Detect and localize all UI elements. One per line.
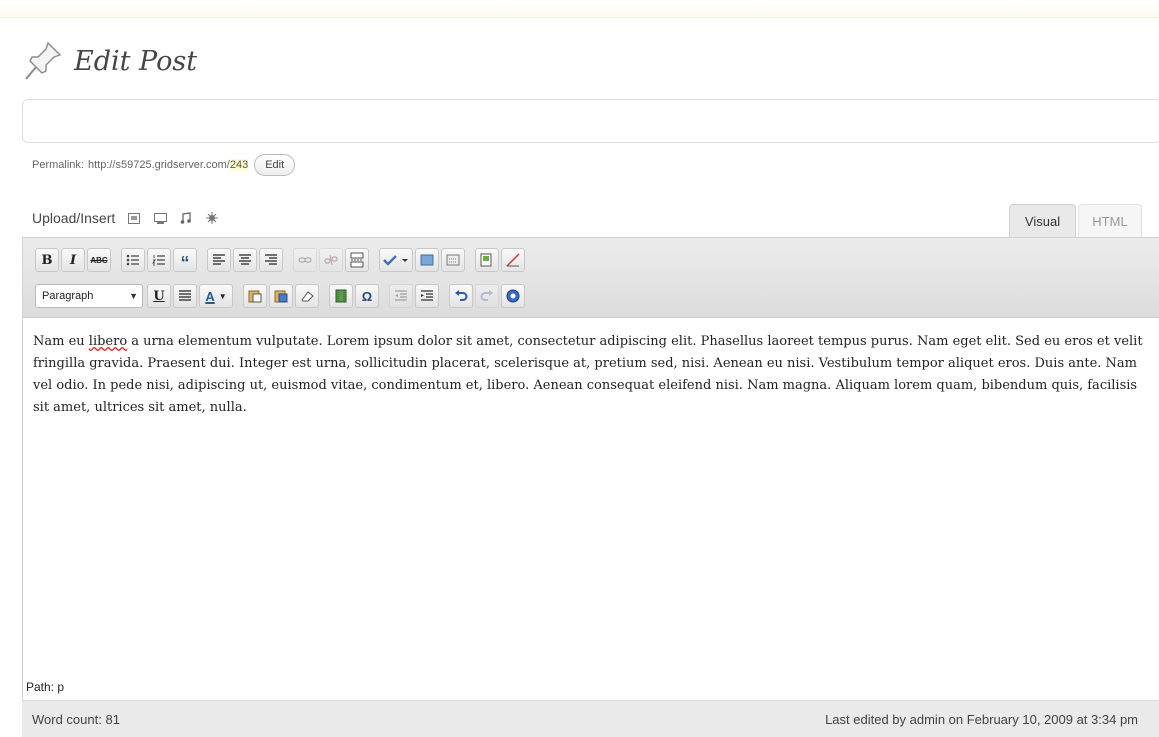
align-center-icon — [239, 254, 251, 265]
omega-icon: Ω — [361, 288, 373, 304]
help-icon — [506, 289, 520, 303]
redo-icon — [480, 290, 493, 301]
top-strip — [0, 0, 1159, 18]
strikethrough-icon: ABC — [90, 255, 108, 265]
eraser-icon — [301, 291, 314, 302]
insert-link-icon — [298, 257, 312, 263]
kitchen-sink-icon — [446, 254, 460, 266]
blockquote-button[interactable]: “ — [173, 248, 197, 272]
page-title: Edit Post — [74, 45, 198, 77]
justify-button[interactable] — [173, 284, 197, 308]
insert-gallery-icon — [480, 253, 492, 267]
blockquote-icon: “ — [180, 253, 190, 273]
permalink-label: Permalink: — [32, 159, 84, 171]
editor-content[interactable]: Nam eu libero a urna elementum vulputate… — [23, 319, 1159, 431]
paste-text-button[interactable] — [243, 284, 267, 308]
outdent-icon — [395, 290, 407, 301]
insert-gallery-button[interactable] — [475, 248, 499, 272]
bullet-list-button[interactable] — [121, 248, 145, 272]
align-right-icon — [265, 254, 277, 265]
pushpin-icon — [25, 41, 62, 80]
insert-media-button[interactable] — [329, 284, 353, 308]
last-edited: Last edited by admin on February 10, 200… — [825, 711, 1138, 727]
word-count: Word count: 81 — [32, 711, 120, 727]
misspelled-word: libero — [88, 334, 128, 349]
toolbar-row-2: Paragraph ▼ U A ▼ Ω — [35, 282, 527, 310]
underline-button[interactable]: U — [147, 284, 171, 308]
align-center-button[interactable] — [233, 248, 257, 272]
numbered-list-button[interactable] — [147, 248, 171, 272]
permalink-row: Permalink: http://s59725.gridserver.com/… — [32, 150, 296, 180]
status-bar: Word count: 81 Last edited by admin on F… — [22, 700, 1159, 737]
bullet-list-icon — [126, 254, 139, 266]
italic-button[interactable]: I — [61, 248, 85, 272]
align-left-icon — [213, 254, 225, 265]
italic-icon: I — [69, 252, 77, 268]
fullscreen-button[interactable] — [415, 248, 439, 272]
insert-more-icon — [350, 252, 364, 268]
indent-button[interactable] — [415, 284, 439, 308]
insert-link-button[interactable] — [293, 248, 317, 272]
unlink-button[interactable] — [319, 248, 343, 272]
add-audio-icon[interactable] — [179, 211, 193, 225]
tab-html[interactable]: HTML — [1078, 204, 1142, 237]
paste-word-icon — [274, 290, 288, 303]
outdent-button[interactable] — [389, 284, 413, 308]
editor-path: Path: p — [26, 680, 65, 694]
insert-more-button[interactable] — [345, 248, 369, 272]
spellcheck-icon — [383, 255, 408, 266]
chevron-down-icon: ▼ — [129, 291, 138, 301]
clear-button[interactable] — [501, 248, 525, 272]
clear-icon — [506, 253, 520, 267]
page-header: Edit Post — [24, 36, 197, 86]
toolbar-row-1: B I ABC “ — [35, 246, 527, 274]
editor: B I ABC “ Paragraph ▼ U A ▼ Ω Nam eu lib… — [22, 237, 1159, 737]
redo-button[interactable] — [475, 284, 499, 308]
special-character-button[interactable]: Ω — [355, 284, 379, 308]
strikethrough-button[interactable]: ABC — [87, 248, 111, 272]
permalink-base-url: http://s59725.gridserver.com/ — [87, 159, 230, 171]
paste-text-icon — [248, 290, 262, 303]
underline-icon: U — [153, 288, 165, 304]
spellcheck-button[interactable] — [379, 248, 413, 272]
fullscreen-icon — [420, 254, 434, 266]
undo-button[interactable] — [449, 284, 473, 308]
format-select[interactable]: Paragraph ▼ — [35, 284, 143, 308]
media-icon — [335, 289, 347, 303]
upload-insert-label: Upload/Insert — [32, 210, 116, 226]
editor-toolbar: B I ABC “ Paragraph ▼ U A ▼ Ω — [23, 238, 1159, 318]
text-color-button[interactable]: A ▼ — [199, 284, 233, 308]
align-right-button[interactable] — [259, 248, 283, 272]
numbered-list-icon — [152, 255, 165, 266]
post-title-input[interactable] — [22, 99, 1159, 143]
media-upload-row: Upload/Insert — [32, 205, 231, 231]
add-media-icon[interactable] — [205, 211, 219, 225]
justify-icon — [179, 290, 191, 301]
format-select-value: Paragraph — [42, 290, 94, 302]
chevron-down-icon: ▼ — [218, 291, 227, 301]
unlink-icon — [324, 254, 338, 266]
content-text-rest: a urna elementum vulputate. Lorem ipsum … — [33, 334, 1143, 415]
add-video-icon[interactable] — [153, 211, 167, 225]
text-color-icon: A — [205, 288, 215, 304]
content-text-start: Nam eu — [33, 334, 89, 349]
permalink-slug[interactable]: 243 — [229, 159, 249, 171]
paste-word-button[interactable] — [269, 284, 293, 308]
indent-icon — [421, 290, 433, 301]
bold-icon: B — [41, 252, 53, 268]
remove-format-button[interactable] — [295, 284, 319, 308]
tab-visual[interactable]: Visual — [1009, 204, 1076, 237]
align-left-button[interactable] — [207, 248, 231, 272]
bold-button[interactable]: B — [35, 248, 59, 272]
add-image-icon[interactable] — [127, 211, 141, 225]
help-button[interactable] — [501, 284, 525, 308]
kitchen-sink-button[interactable] — [441, 248, 465, 272]
undo-icon — [455, 290, 468, 301]
permalink-edit-button[interactable]: Edit — [254, 154, 296, 176]
